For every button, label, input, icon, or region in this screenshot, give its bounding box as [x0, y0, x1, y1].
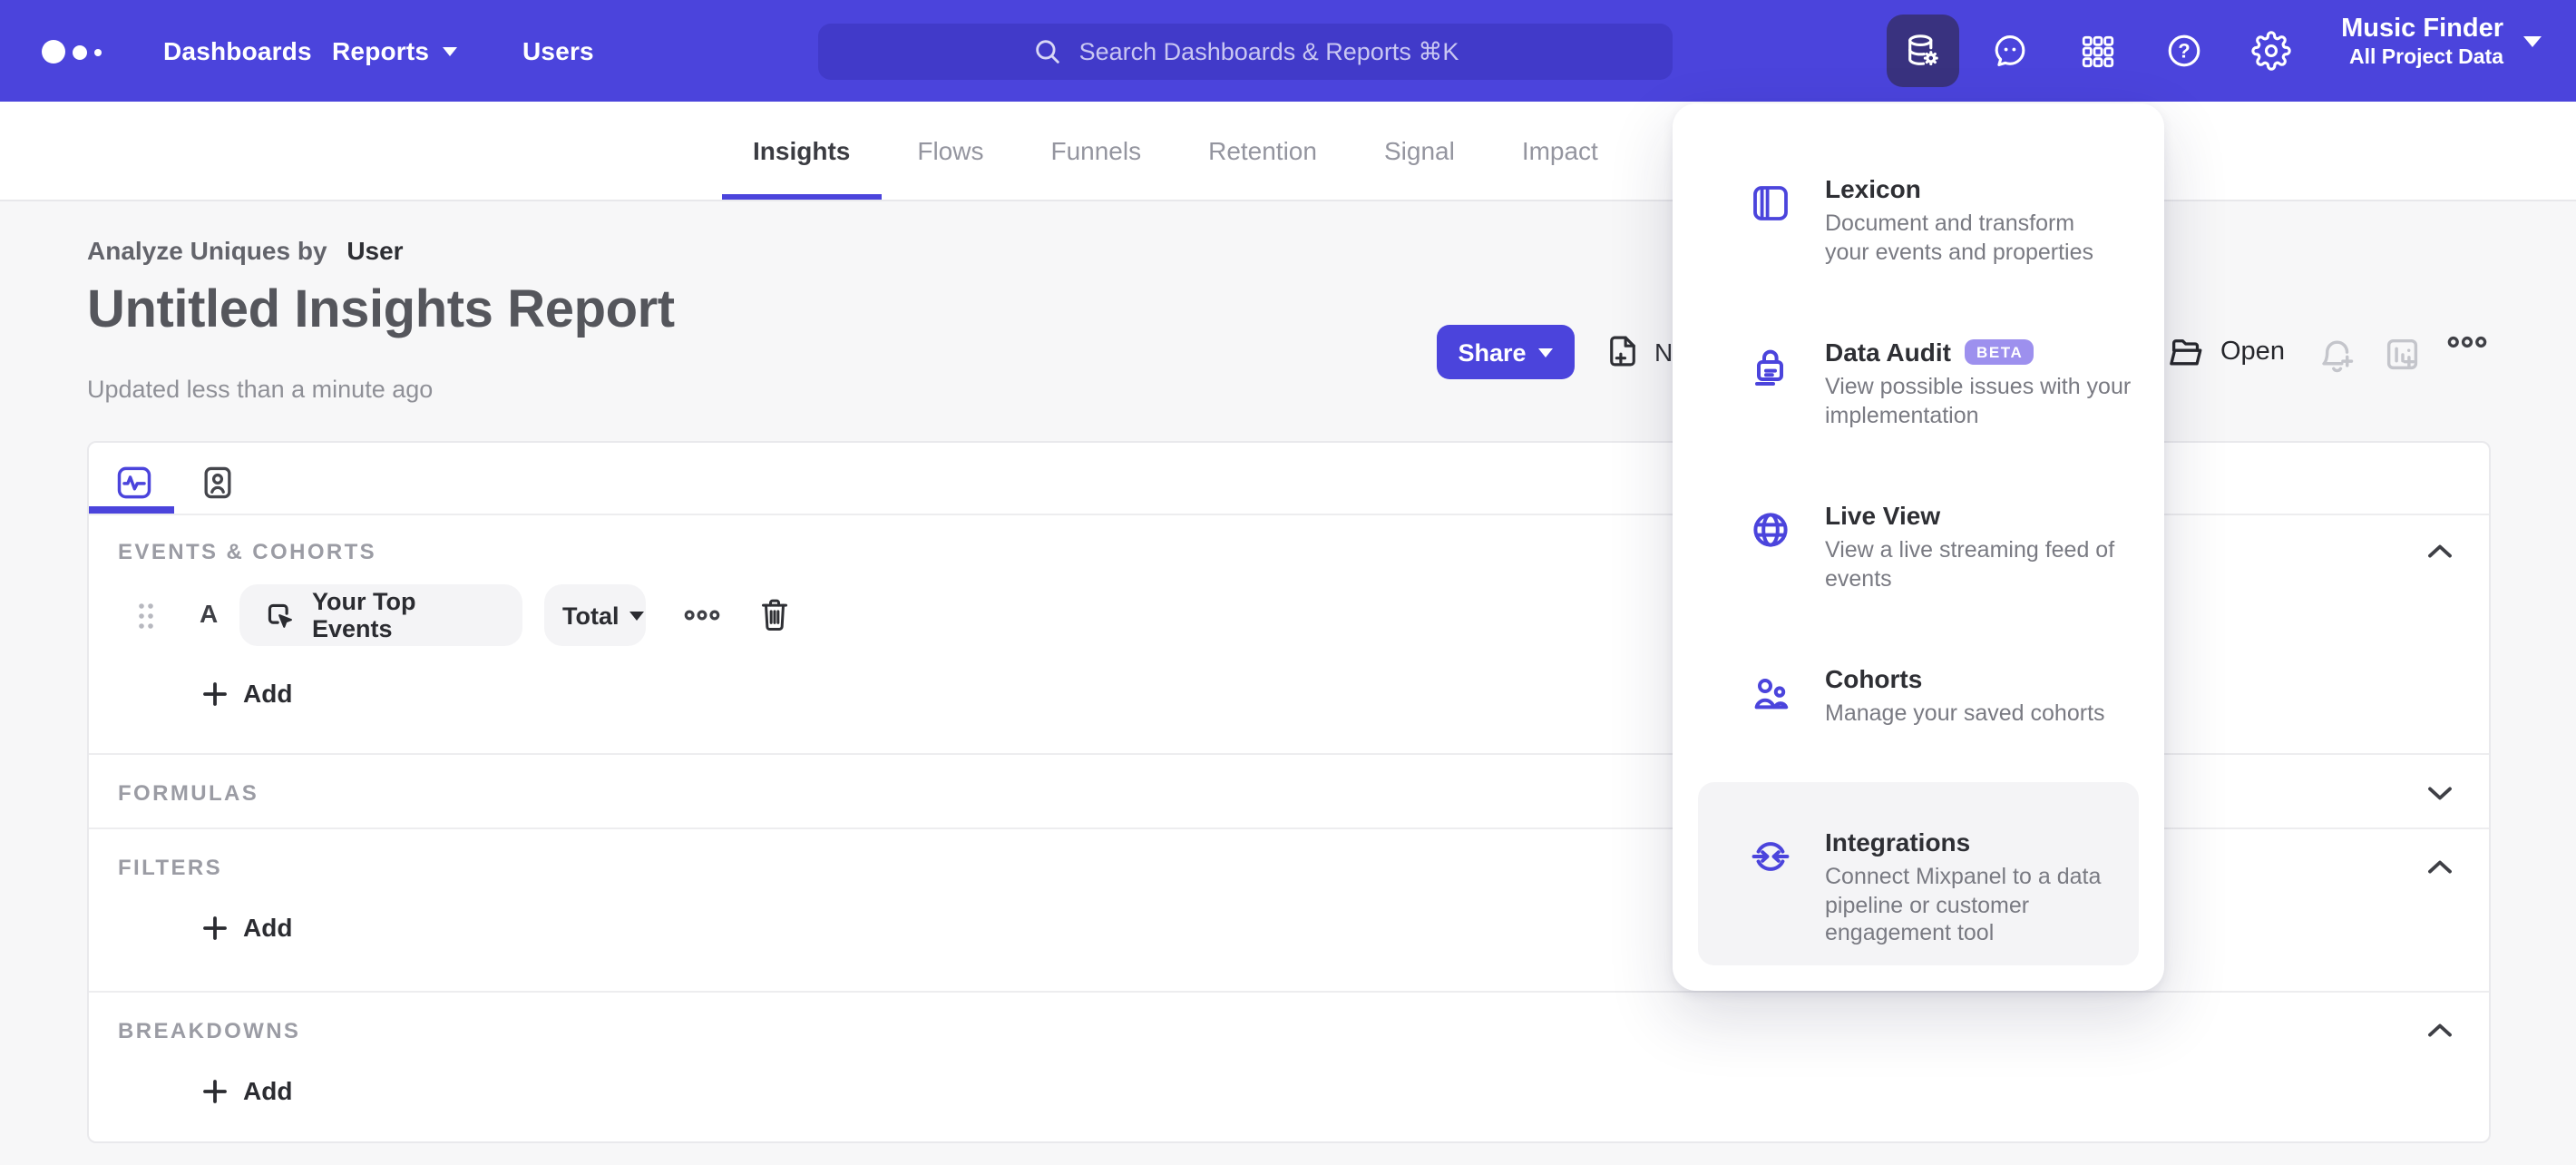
more-options-icon — [2447, 334, 2487, 350]
menu-item-live-view[interactable]: Live View View a live streaming feed of … — [1673, 499, 2164, 593]
events-section-header: EVENTS & COHORTS — [118, 539, 377, 564]
tab-impact[interactable]: Impact — [1491, 102, 1629, 200]
collapse-filters-button[interactable] — [2420, 847, 2460, 887]
events-view-tab[interactable] — [114, 463, 154, 503]
menu-item-integrations[interactable]: Integrations Connect Mixpanel to a data … — [1673, 826, 2164, 948]
pulse-chart-icon — [114, 463, 154, 503]
data-management-icon — [1903, 31, 1943, 71]
report-tab-bar: Insights Flows Funnels Retention Signal … — [0, 102, 2576, 201]
tab-signal[interactable]: Signal — [1353, 102, 1486, 200]
feedback-icon — [1990, 31, 2030, 71]
settings-gear-icon — [2251, 31, 2291, 71]
event-options-button[interactable] — [684, 608, 720, 622]
help-icon: ? — [2164, 31, 2204, 71]
project-scope: All Project Data — [2349, 47, 2503, 69]
sync-arrows-icon — [1749, 835, 1792, 878]
event-name: Your Top Events — [312, 588, 416, 642]
nav-link-dashboards[interactable]: Dashboards — [163, 0, 312, 102]
plus-icon — [203, 1079, 227, 1102]
tab-retention[interactable]: Retention — [1177, 102, 1348, 200]
global-search-input[interactable]: Search Dashboards & Reports ⌘K — [818, 24, 1673, 80]
delete-event-button[interactable] — [756, 595, 793, 635]
analyze-by-selector[interactable]: User — [346, 236, 403, 265]
nav-link-users[interactable]: Users — [522, 0, 594, 102]
chevron-down-icon — [2523, 36, 2542, 47]
aggregation-select-button[interactable]: Total — [544, 584, 646, 646]
add-event-button[interactable]: Add — [203, 679, 292, 708]
open-report-button[interactable]: Open — [2166, 332, 2285, 372]
plus-icon — [203, 915, 227, 939]
settings-button[interactable] — [2235, 15, 2308, 87]
updated-status: Updated less than a minute ago — [87, 376, 434, 403]
formulas-section-header: FORMULAS — [118, 780, 259, 806]
new-report-label: N — [1654, 337, 1673, 366]
mixpanel-app: Dashboards Reports Users Search Dashboar… — [0, 0, 2576, 1165]
expand-formulas-button[interactable] — [2420, 773, 2460, 813]
project-selector[interactable]: Music Finder All Project Data — [2341, 13, 2542, 71]
profiles-view-tab[interactable] — [198, 463, 238, 503]
cohorts-people-icon — [1749, 671, 1792, 715]
data-management-button[interactable] — [1887, 15, 1959, 87]
user-profile-icon — [198, 463, 238, 503]
chevron-up-icon — [2420, 532, 2460, 572]
menu-item-data-audit[interactable]: Data Audit BETA View possible issues wit… — [1673, 336, 2164, 430]
top-nav-bar: Dashboards Reports Users Search Dashboar… — [0, 0, 2576, 102]
search-placeholder: Search Dashboards & Reports ⌘K — [1078, 37, 1459, 64]
tab-funnels[interactable]: Funnels — [1020, 102, 1172, 200]
more-options-button[interactable] — [2447, 334, 2487, 350]
chevron-up-icon — [2420, 1011, 2460, 1051]
mixpanel-logo-icon[interactable] — [42, 40, 102, 64]
plus-icon — [203, 681, 227, 705]
divider — [89, 991, 2489, 993]
menu-item-cohorts[interactable]: Cohorts Manage your saved cohorts — [1673, 662, 2164, 729]
project-name: Music Finder — [2341, 15, 2503, 44]
analyze-by-row: Analyze Uniques by User — [87, 236, 404, 265]
bell-plus-icon — [2317, 334, 2358, 376]
drag-handle[interactable] — [136, 601, 156, 631]
share-button[interactable]: Share — [1437, 325, 1575, 379]
apps-grid-icon — [2078, 32, 2116, 70]
help-button[interactable]: ? — [2148, 15, 2220, 87]
series-letter: A — [200, 599, 219, 628]
svg-text:?: ? — [2178, 40, 2190, 63]
chevron-down-icon — [629, 611, 645, 620]
open-folder-icon — [2166, 332, 2206, 372]
chevron-up-icon — [2420, 847, 2460, 887]
chevron-down-icon — [1538, 348, 1554, 357]
analyze-by-label: Analyze Uniques by — [87, 236, 327, 265]
active-tab-underline — [89, 506, 174, 514]
tab-insights[interactable]: Insights — [722, 102, 881, 200]
chevron-down-icon — [442, 46, 457, 55]
data-management-dropdown: Lexicon Document and transform your even… — [1673, 103, 2164, 991]
new-document-icon — [1604, 332, 1642, 370]
event-cursor-icon — [263, 598, 298, 632]
breakdowns-section-header: BREAKDOWNS — [118, 1018, 301, 1043]
add-breakdown-button[interactable]: Add — [203, 1076, 292, 1105]
new-report-button[interactable]: N — [1604, 332, 1673, 370]
aggregation-value: Total — [562, 602, 620, 629]
apps-grid-button[interactable] — [2061, 15, 2133, 87]
report-title[interactable]: Untitled Insights Report — [87, 281, 675, 341]
chart-plus-icon — [2382, 334, 2424, 376]
tab-flows[interactable]: Flows — [886, 102, 1014, 200]
filters-section-header: FILTERS — [118, 855, 223, 880]
chevron-down-icon — [2420, 773, 2460, 813]
add-filter-button[interactable]: Add — [203, 913, 292, 942]
collapse-breakdowns-button[interactable] — [2420, 1011, 2460, 1051]
collapse-events-button[interactable] — [2420, 532, 2460, 572]
search-icon — [1032, 36, 1063, 67]
beta-badge: BETA — [1965, 339, 2034, 365]
lock-icon — [1749, 345, 1792, 388]
event-select-button[interactable]: Your Top Events — [239, 584, 522, 646]
menu-item-lexicon[interactable]: Lexicon Document and transform your even… — [1673, 172, 2164, 267]
nav-link-reports[interactable]: Reports — [332, 0, 457, 102]
feedback-button[interactable] — [1974, 15, 2046, 87]
add-to-board-button[interactable] — [2382, 334, 2424, 376]
create-alert-button[interactable] — [2317, 334, 2358, 376]
globe-icon — [1749, 508, 1792, 552]
book-icon — [1749, 181, 1792, 225]
